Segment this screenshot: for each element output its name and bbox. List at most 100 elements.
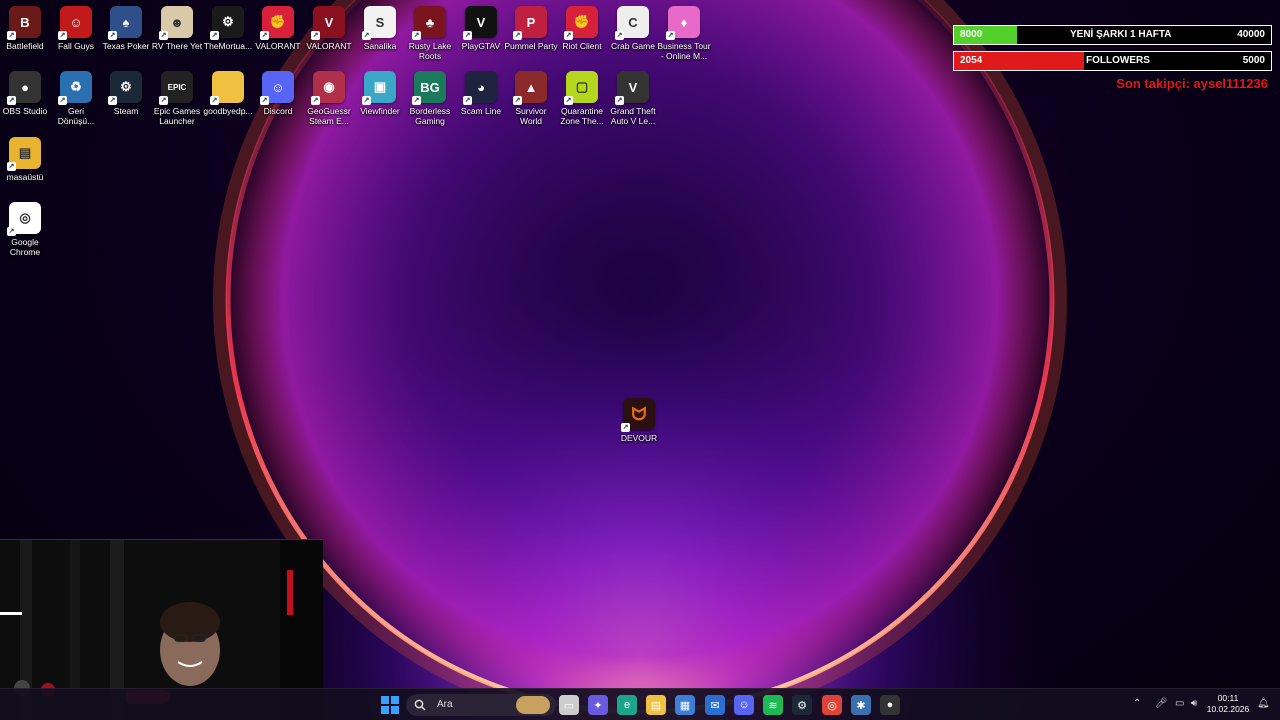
- obs-icon[interactable]: ●: [880, 695, 900, 715]
- desktop-icon[interactable]: ☺ ↗ Discord: [251, 71, 305, 116]
- file-explorer-window-icon[interactable]: ▭: [559, 695, 579, 715]
- app-icon: EPIC ↗: [159, 71, 193, 105]
- show-hidden-icons-chevron-icon[interactable]: ⌃: [1133, 698, 1141, 709]
- shortcut-arrow-icon: ↗: [311, 31, 320, 40]
- shortcut-arrow-icon: ↗: [362, 96, 371, 105]
- taskbar-clock[interactable]: 00:11 10.02.2026: [1205, 693, 1251, 715]
- desktop-icon-label: Grand Theft Auto V Le...: [610, 106, 656, 126]
- desktop-icon[interactable]: ▣ ↗ Viewfinder: [353, 71, 407, 116]
- shortcut-arrow-icon: ↗: [210, 96, 219, 105]
- desktop-icon[interactable]: ✊ ↗ VALORANT: [251, 6, 305, 51]
- desktop-icon[interactable]: ♦ ↗ Business Tour - Online M...: [657, 6, 711, 61]
- notification-bell-icon[interactable]: 🔔︎: [1257, 698, 1270, 709]
- app-icon: ◕ ↗: [463, 71, 497, 105]
- edge-icon[interactable]: e: [617, 695, 637, 715]
- volume-icon[interactable]: 🔊︎: [1191, 698, 1197, 709]
- taskbar-search[interactable]: Ara: [406, 694, 556, 716]
- desktop-icon-label: Riot Client: [562, 41, 602, 51]
- desktop-icon[interactable]: ☺ ↗ Fall Guys: [49, 6, 103, 51]
- desktop-icon[interactable]: ⚙ ↗ Steam: [99, 71, 153, 116]
- desktop-icon[interactable]: ♻ ↗ Geri Dönüşü...: [49, 71, 103, 126]
- copilot-icon[interactable]: ✦: [588, 695, 608, 715]
- chrome-icon[interactable]: ◎: [822, 695, 842, 715]
- microphone-icon[interactable]: 🎤︎: [1155, 698, 1168, 709]
- desktop-icon[interactable]: ◎ ↗ Google Chrome: [0, 202, 52, 257]
- shortcut-arrow-icon: ↗: [564, 31, 573, 40]
- app-icon: ⚙ ↗: [210, 6, 244, 40]
- desktop-icon[interactable]: ▲ ↗ Survivor World: [504, 71, 558, 126]
- desktop-icon-label: Rusty Lake Roots: [408, 41, 452, 61]
- steam-icon[interactable]: ⚙: [792, 695, 812, 715]
- desktop-icon[interactable]: ☻ ↗ RV There Yet: [150, 6, 204, 51]
- shortcut-arrow-icon: ↗: [311, 96, 320, 105]
- store-icon[interactable]: ▦: [675, 695, 695, 715]
- shortcut-arrow-icon: ↗: [159, 31, 168, 40]
- song-goal-target: 40000: [1237, 29, 1265, 40]
- followers-goal-bar: 2054 FOLLOWERS 5000: [953, 51, 1272, 71]
- app-icon: ☺ ↗: [260, 71, 294, 105]
- app-icon: ♦ ↗: [666, 6, 700, 40]
- desktop-icon[interactable]: BG ↗ Borderless Gaming: [403, 71, 457, 126]
- app-icon: B ↗: [7, 6, 41, 40]
- desktop-icon-label: Fall Guys: [58, 41, 94, 51]
- app-icon: P ↗: [513, 6, 547, 40]
- shortcut-arrow-icon: ↗: [615, 96, 624, 105]
- shortcut-arrow-icon: ↗: [7, 96, 16, 105]
- app-icon: ✊ ↗: [260, 6, 294, 40]
- spotify-icon[interactable]: ≋: [763, 695, 783, 715]
- search-icon: [414, 699, 426, 711]
- mail-icon[interactable]: ✉: [705, 695, 725, 715]
- desktop-icon[interactable]: ⚙ ↗ TheMortua...: [201, 6, 255, 51]
- desktop[interactable]: B ↗ Battlefield ☺ ↗ Fall Guys ♠ ↗ Texas Poker ☻ ↗ R…: [0, 0, 1280, 720]
- desktop-icon[interactable]: V ↗ PlayGTAV: [454, 6, 508, 51]
- desktop-icon[interactable]: EPIC ↗ Epic Games Launcher: [150, 71, 204, 126]
- devour-icon: ᗢ ↗: [621, 398, 655, 432]
- app-icon: ☺ ↗: [58, 6, 92, 40]
- taskbar: Ara ▭ ✦ e ▤ ▦ ✉ ☺ ≋ ⚙ ◎ ✱ ● ⌃ 🎤︎ ▭ 🔊︎ 00:11 10.02.2…: [0, 688, 1280, 720]
- desktop-icon[interactable]: C ↗ Crab Game: [606, 6, 660, 51]
- followers-goal-current: 2054: [960, 55, 983, 66]
- app-icon: ⚙ ↗: [108, 71, 142, 105]
- shortcut-arrow-icon: ↗: [108, 31, 117, 40]
- last-follower-text: Son takipçi: aysel111236: [1116, 76, 1268, 91]
- desktop-icon[interactable]: ◕ ↗ Scam Line: [454, 71, 508, 116]
- desktop-icon-label: Pummel Party: [504, 41, 558, 51]
- app-icon: ▣ ↗: [362, 71, 396, 105]
- desktop-icon-label: masaüstü: [6, 172, 44, 182]
- song-goal-current: 8000: [960, 29, 983, 40]
- desktop-icon-devour[interactable]: ᗢ ↗ DEVOUR: [612, 398, 666, 443]
- desktop-icon[interactable]: ✊ ↗ Riot Client: [555, 6, 609, 51]
- desktop-icon[interactable]: ● ↗ OBS Studio: [0, 71, 52, 116]
- desktop-icon-label: Geri Dönüşü...: [57, 106, 95, 126]
- desktop-icon[interactable]: V ↗ VALORANT: [302, 6, 356, 51]
- desktop-icon[interactable]: S ↗ Sanalika: [353, 6, 407, 51]
- desktop-icon-label: VALORANT: [255, 41, 301, 51]
- clock-time: 00:11: [1217, 693, 1239, 703]
- start-button[interactable]: [380, 695, 400, 715]
- app-icon: ♠ ↗: [108, 6, 142, 40]
- shortcut-arrow-icon: ↗: [7, 162, 16, 171]
- desktop-icon[interactable]: P ↗ Pummel Party: [504, 6, 558, 51]
- network-icon[interactable]: ▭: [1175, 698, 1184, 709]
- desktop-icon[interactable]: ♣ ↗ Rusty Lake Roots: [403, 6, 457, 61]
- folder-icon[interactable]: ▤: [646, 695, 666, 715]
- desktop-icon[interactable]: ♠ ↗ Texas Poker: [99, 6, 153, 51]
- settings-app-icon[interactable]: ✱: [851, 695, 871, 715]
- shortcut-arrow-icon: ↗: [412, 31, 421, 40]
- desktop-icon[interactable]: ◉ ↗ GeoGuessr Steam E...: [302, 71, 356, 126]
- followers-goal-target: 5000: [1242, 55, 1265, 66]
- desktop-icon[interactable]: ▤ ↗ masaüstü: [0, 137, 52, 182]
- desktop-icon[interactable]: ▢ ↗ Quarantine Zone The...: [555, 71, 609, 126]
- desktop-icon[interactable]: ↗ goodbyedp...: [201, 71, 255, 116]
- desktop-icon-label: TheMortua...: [203, 41, 253, 51]
- shortcut-arrow-icon: ↗: [513, 31, 522, 40]
- shortcut-arrow-icon: ↗: [362, 31, 371, 40]
- desktop-icon[interactable]: B ↗ Battlefield: [0, 6, 52, 51]
- discord-icon[interactable]: ☺: [734, 695, 754, 715]
- app-icon: ♻ ↗: [58, 71, 92, 105]
- desktop-icon-label: Quarantine Zone The...: [560, 106, 604, 126]
- desktop-icon[interactable]: V ↗ Grand Theft Auto V Le...: [606, 71, 660, 126]
- desktop-icon-label: Business Tour - Online M...: [657, 41, 711, 61]
- desktop-icon-label: Epic Games Launcher: [153, 106, 201, 126]
- app-icon: ✊ ↗: [564, 6, 598, 40]
